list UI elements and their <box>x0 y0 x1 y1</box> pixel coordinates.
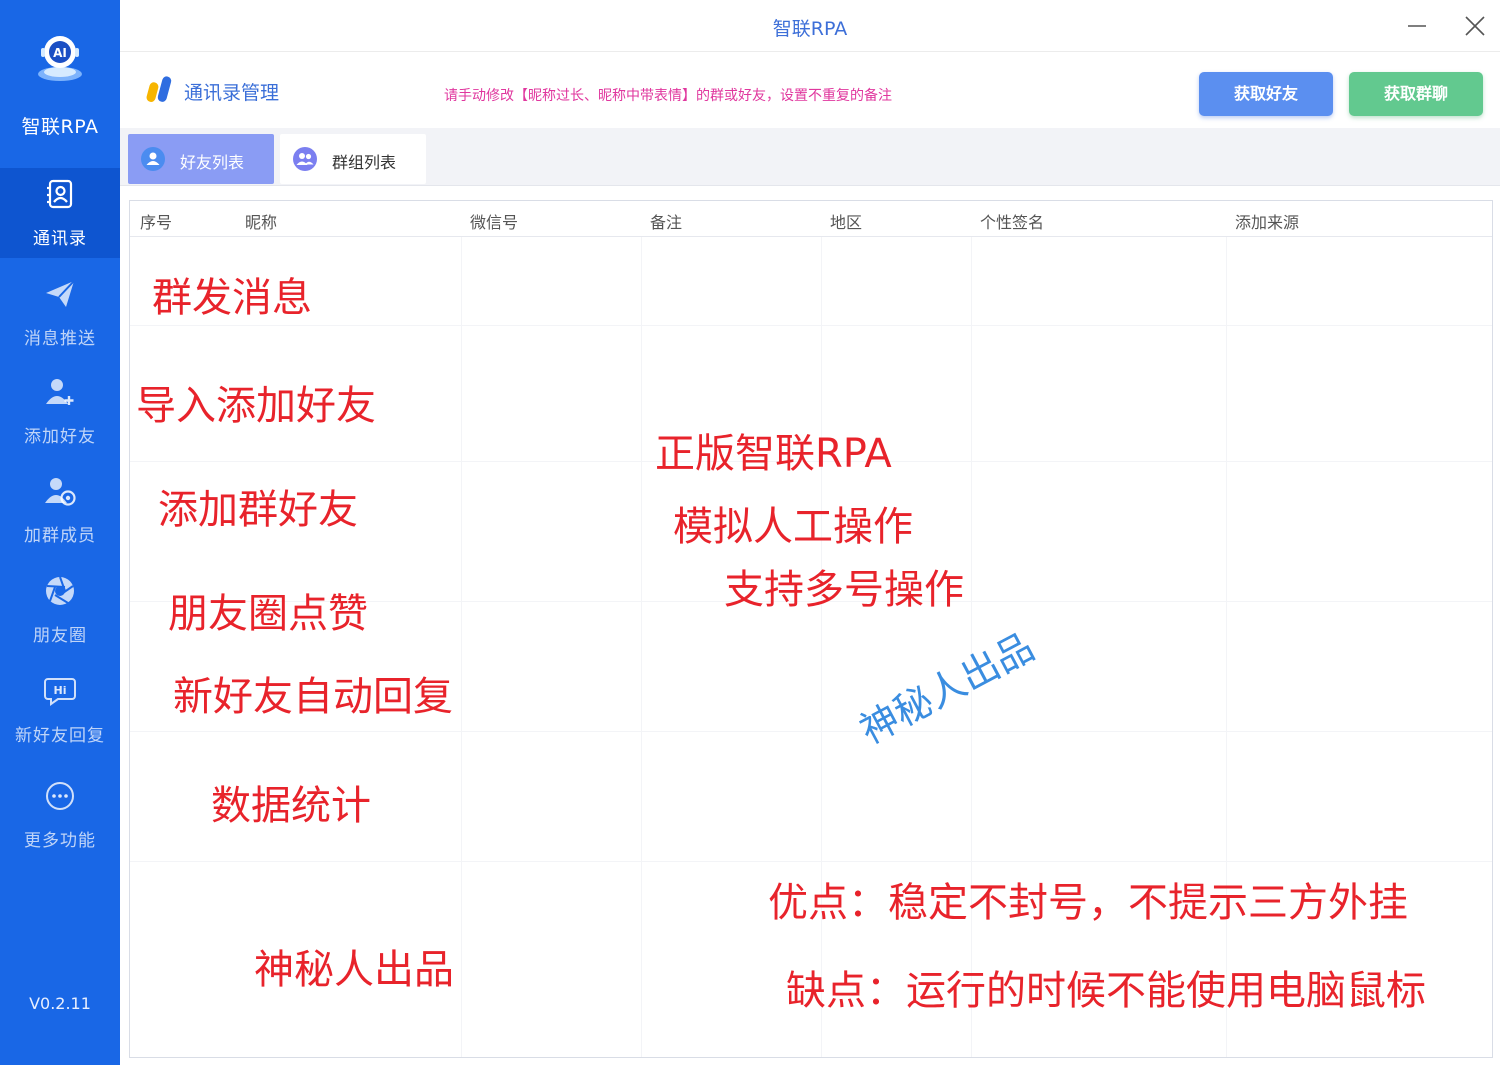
brand-name: 智联RPA <box>21 116 99 138</box>
contacts-icon <box>47 179 73 209</box>
sidebar-item-label: 消息推送 <box>24 329 96 349</box>
tab-group-list[interactable]: 群组列表 <box>280 134 426 184</box>
sidebar-item-label: 添加好友 <box>24 427 96 447</box>
notice-text: 请手动修改【昵称过长、昵称中带表情】的群或好友，设置不重复的备注 <box>444 88 892 104</box>
annotation-pros: 优点：稳定不封号，不提示三方外挂 <box>768 880 1408 926</box>
table-header: 序号 昵称 微信号 备注 地区 个性签名 添加来源 <box>130 201 1492 237</box>
group-icon <box>293 147 317 171</box>
group-member-icon <box>45 478 76 506</box>
annotation-feature: 数据统计 <box>211 783 371 829</box>
get-groups-button[interactable]: 获取群聊 <box>1349 72 1483 116</box>
column-header-source: 添加来源 <box>1235 213 1300 232</box>
column-header-wechat-id: 微信号 <box>470 213 519 232</box>
close-icon[interactable] <box>1461 12 1489 40</box>
column-divider <box>971 237 972 1057</box>
row-divider <box>130 325 1492 326</box>
column-divider <box>641 237 642 1057</box>
hi-chat-icon: Hi <box>44 678 76 706</box>
column-divider <box>1226 237 1227 1057</box>
svg-text:Hi: Hi <box>54 684 67 697</box>
column-header-index: 序号 <box>140 213 173 232</box>
sidebar-item-more[interactable]: 更多功能 <box>0 770 120 860</box>
get-friends-button[interactable]: 获取好友 <box>1199 72 1333 116</box>
sidebar-item-message-push[interactable]: 消息推送 <box>0 268 120 358</box>
app-logo-icon: AI <box>38 36 82 81</box>
more-icon <box>46 782 74 810</box>
sidebar-item-label: 通讯录 <box>33 229 87 249</box>
annotation-feature: 朋友圈点赞 <box>168 591 368 637</box>
row-divider <box>130 731 1492 732</box>
minimize-icon[interactable] <box>1403 12 1431 40</box>
contacts-management-icon <box>146 76 172 102</box>
tab-friend-list[interactable]: 好友列表 <box>128 134 274 184</box>
annotation-feature: 新好友自动回复 <box>173 674 453 720</box>
column-header-region: 地区 <box>830 213 863 232</box>
sidebar-item-new-friend-reply[interactable]: Hi 新好友回复 <box>0 665 120 755</box>
user-icon <box>141 147 165 171</box>
sidebar-item-label: 朋友圈 <box>33 626 87 646</box>
sidebar: AI 智联RPA 通讯录 消息推送 添加好友 加群成员 朋友圈 Hi 新好友回复… <box>0 0 120 1065</box>
window-title: 智联RPA <box>772 18 848 40</box>
tab-label: 群组列表 <box>332 153 397 172</box>
brand: AI 智联RPA <box>0 0 120 168</box>
sidebar-item-contacts[interactable]: 通讯录 <box>0 168 120 258</box>
add-user-icon <box>46 379 74 405</box>
sidebar-item-add-friend[interactable]: 添加好友 <box>0 366 120 456</box>
row-divider <box>130 861 1492 862</box>
annotation-highlight: 正版智联RPA <box>655 431 892 477</box>
column-divider <box>821 237 822 1057</box>
sidebar-item-group-members[interactable]: 加群成员 <box>0 465 120 555</box>
annotation-highlight: 模拟人工操作 <box>673 504 913 550</box>
annotation-signature: 神秘人出品 <box>254 947 454 993</box>
paper-plane-icon <box>46 280 75 307</box>
column-header-nickname: 昵称 <box>245 213 278 232</box>
column-header-signature: 个性签名 <box>980 213 1045 232</box>
annotation-feature: 导入添加好友 <box>136 383 376 429</box>
annotation-cons: 缺点：运行的时候不能使用电脑鼠标 <box>786 968 1426 1014</box>
version-label: V0.2.11 <box>29 994 91 1013</box>
sidebar-item-label: 加群成员 <box>24 526 96 546</box>
sidebar-item-moments[interactable]: 朋友圈 <box>0 565 120 655</box>
column-divider <box>461 237 462 1057</box>
annotation-feature: 群发消息 <box>152 275 312 321</box>
page-title: 通讯录管理 <box>184 82 280 104</box>
aperture-icon <box>46 576 74 605</box>
column-header-remark: 备注 <box>650 213 683 232</box>
title-bar: 智联RPA <box>120 0 1500 52</box>
tab-label: 好友列表 <box>180 153 245 172</box>
sidebar-item-label: 新好友回复 <box>15 726 105 746</box>
annotation-highlight: 支持多号操作 <box>724 567 964 613</box>
sidebar-item-label: 更多功能 <box>24 831 96 851</box>
svg-text:AI: AI <box>53 46 67 60</box>
annotation-feature: 添加群好友 <box>158 487 358 533</box>
